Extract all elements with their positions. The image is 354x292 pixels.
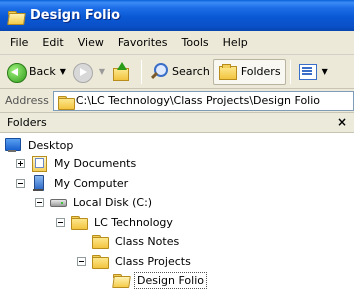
folders-pane-title: Folders (7, 116, 47, 129)
window-title: Design Folio (30, 8, 121, 23)
close-icon[interactable]: × (337, 115, 347, 129)
views-icon (298, 62, 318, 82)
folder-icon (70, 214, 88, 230)
address-folder-icon (57, 94, 75, 110)
address-field[interactable]: C:\LC Technology\Class Projects\Design F… (52, 90, 354, 111)
back-label: Back (29, 65, 56, 78)
collapse-minus-icon[interactable] (16, 178, 25, 188)
my-computer-icon (30, 175, 48, 191)
menu-help[interactable]: Help (216, 36, 255, 49)
tree-item-label: Desktop (28, 138, 74, 152)
tree-item-label: Class Projects (115, 254, 191, 268)
menu-view[interactable]: View (71, 36, 111, 49)
toolbar-separator (289, 59, 291, 84)
forward-dropdown-icon[interactable]: ▼ (99, 67, 105, 76)
open-folder-icon (112, 272, 130, 288)
standard-toolbar: Back ▼ ▼ Search Folders ▼ (0, 55, 354, 89)
menu-file[interactable]: File (3, 36, 35, 49)
forward-arrow-icon (72, 62, 93, 83)
collapse-minus-icon[interactable] (56, 217, 65, 227)
tree-item-my-documents[interactable]: My Documents (16, 154, 138, 172)
tree-item-local-disk[interactable]: Local Disk (C:) (35, 193, 154, 211)
back-dropdown-icon[interactable]: ▼ (60, 67, 66, 76)
tree-item-lc-technology[interactable]: LC Technology (56, 213, 175, 231)
tree-item-label: Class Notes (115, 234, 180, 248)
collapse-minus-icon[interactable] (35, 197, 44, 207)
tree-item-label: My Computer (54, 176, 129, 190)
menu-tools[interactable]: Tools (175, 36, 216, 49)
tree-item-design-folio[interactable]: Design Folio (112, 271, 207, 289)
tree-item-class-notes[interactable]: Class Notes (91, 232, 181, 250)
menu-favorites[interactable]: Favorites (111, 36, 175, 49)
title-bar: Design Folio (0, 0, 354, 31)
folders-pane-header: Folders × (0, 113, 354, 133)
menu-bar: File Edit View Favorites Tools Help (0, 31, 354, 55)
views-dropdown-icon[interactable]: ▼ (322, 67, 328, 76)
forward-button[interactable]: ▼ (69, 59, 108, 85)
desktop-icon (4, 137, 22, 153)
address-value: C:\LC Technology\Class Projects\Design F… (75, 94, 321, 107)
folder-icon (91, 253, 109, 269)
search-label: Search (172, 65, 210, 78)
address-bar: Address C:\LC Technology\Class Projects\… (0, 89, 354, 113)
tree-item-desktop[interactable]: Desktop (4, 136, 75, 154)
views-button[interactable]: ▼ (295, 59, 331, 85)
collapse-minus-icon[interactable] (77, 256, 86, 266)
expand-plus-icon[interactable] (16, 158, 25, 168)
tree-item-label: Local Disk (C:) (73, 195, 153, 209)
folder-icon (91, 233, 109, 249)
tree-item-label: LC Technology (94, 215, 173, 229)
address-label: Address (5, 94, 49, 107)
tree-item-class-projects[interactable]: Class Projects (77, 252, 193, 270)
hard-disk-icon (49, 194, 67, 210)
menu-edit[interactable]: Edit (35, 36, 70, 49)
folders-icon (218, 62, 238, 82)
folders-label: Folders (240, 65, 281, 78)
up-folder-icon (111, 61, 131, 82)
window-folder-icon (7, 9, 23, 23)
tree-item-label: Design Folio (134, 271, 207, 289)
back-button[interactable]: Back ▼ (3, 59, 69, 85)
tree-item-label: My Documents (54, 156, 137, 170)
my-documents-icon (30, 155, 48, 172)
back-arrow-icon (6, 62, 27, 83)
up-button[interactable] (108, 59, 137, 85)
toolbar-separator (141, 59, 143, 84)
search-icon (149, 62, 169, 82)
folder-tree: Desktop My Documents My Computer Local D… (0, 133, 354, 292)
search-button[interactable]: Search (146, 59, 213, 85)
folders-button[interactable]: Folders (212, 58, 286, 85)
tree-item-my-computer[interactable]: My Computer (16, 174, 130, 192)
